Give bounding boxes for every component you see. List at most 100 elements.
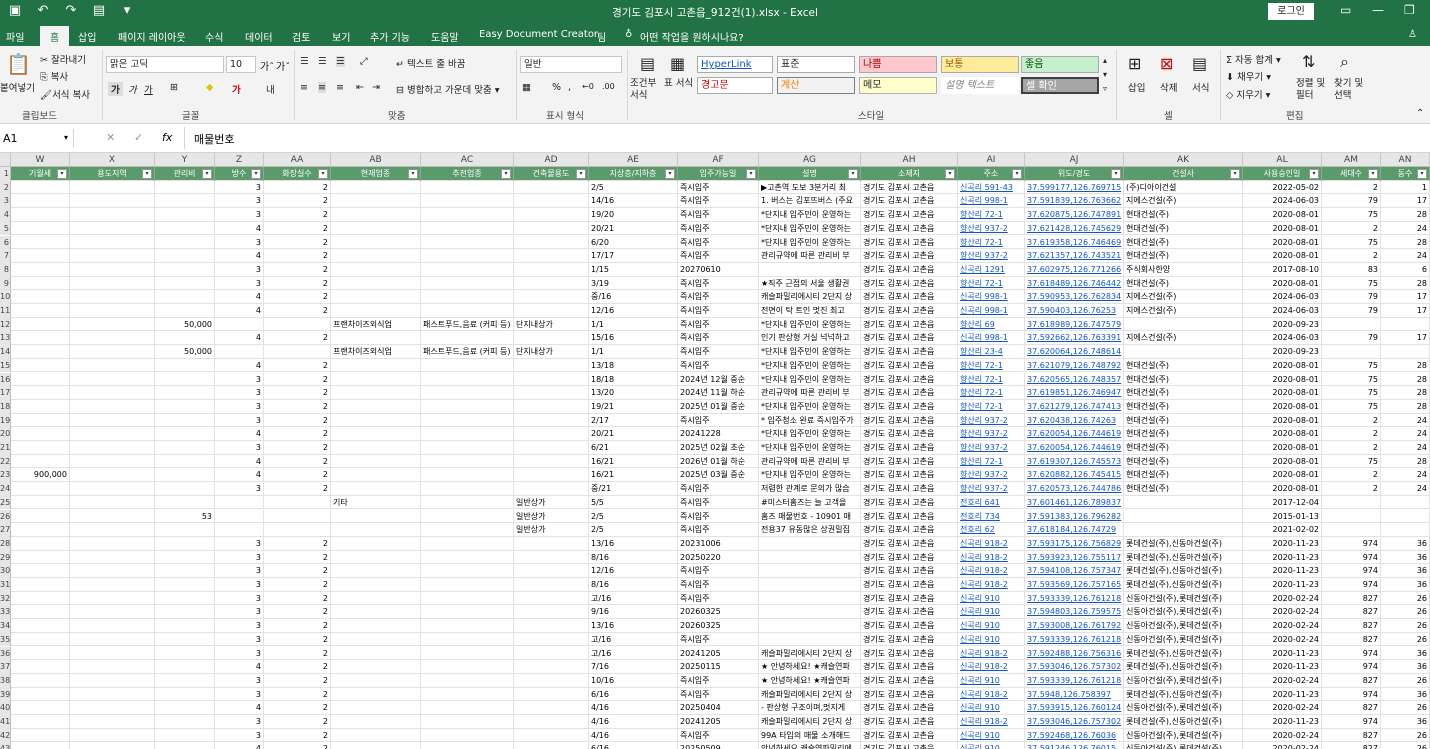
table-cell[interactable]: 20250404: [678, 701, 759, 715]
table-cell[interactable]: 24: [1381, 468, 1430, 483]
table-cell[interactable]: [421, 358, 514, 373]
table-cell[interactable]: 1/1: [589, 345, 678, 359]
table-cell[interactable]: [331, 591, 421, 606]
table-cell[interactable]: 827: [1322, 632, 1381, 647]
table-cell[interactable]: [155, 372, 215, 387]
table-cell[interactable]: [11, 358, 70, 373]
table-cell[interactable]: 현대건설(주): [1124, 208, 1243, 222]
table-cell[interactable]: [421, 413, 514, 428]
table-cell[interactable]: [514, 304, 589, 318]
table-cell[interactable]: 즉시입주: [678, 564, 759, 578]
style-hyperlink[interactable]: HyperLink: [697, 56, 773, 73]
table-cell[interactable]: [421, 687, 514, 702]
wrap-text-button[interactable]: ↵ 텍스트 줄 바꿈: [396, 56, 465, 70]
table-cell[interactable]: [11, 208, 70, 222]
table-cell[interactable]: 24: [1381, 249, 1430, 263]
table-cell[interactable]: 경기도 김포시 고촌읍: [861, 660, 958, 674]
table-cell[interactable]: 3: [215, 413, 264, 428]
table-cell[interactable]: 경기도 김포시 고촌읍: [861, 632, 958, 647]
table-cell[interactable]: [1381, 495, 1430, 510]
table-cell[interactable]: [70, 358, 155, 373]
table-cell[interactable]: 3: [215, 235, 264, 250]
table-cell[interactable]: 저렴한 관계로 문의가 많습: [759, 482, 861, 496]
table-cell[interactable]: 중/21: [589, 482, 678, 496]
table-cell[interactable]: 기타: [331, 495, 421, 510]
table-cell[interactable]: [155, 358, 215, 373]
table-cell[interactable]: [215, 317, 264, 332]
table-cell[interactable]: [11, 276, 70, 291]
table-cell[interactable]: 2: [264, 262, 331, 277]
table-cell[interactable]: 974: [1322, 687, 1381, 702]
table-cell[interactable]: [155, 619, 215, 633]
table-cell[interactable]: 2020-11-23: [1243, 536, 1322, 551]
table-cell[interactable]: [331, 399, 421, 414]
table-cell[interactable]: 75: [1322, 372, 1381, 387]
table-cell[interactable]: [70, 482, 155, 496]
table-cell[interactable]: [70, 317, 155, 332]
table-cell[interactable]: 20/21: [589, 427, 678, 441]
ribbon-display-icon[interactable]: ▭: [1340, 3, 1351, 17]
table-cell[interactable]: 4: [215, 468, 264, 483]
table-cell[interactable]: 2020-11-23: [1243, 578, 1322, 592]
table-cell[interactable]: 6/16: [589, 687, 678, 702]
table-cell[interactable]: 3: [215, 564, 264, 578]
increase-indent-icon[interactable]: ⇥: [372, 82, 380, 93]
table-cell[interactable]: [155, 304, 215, 318]
table-cell[interactable]: 향산리 72-1: [958, 276, 1025, 291]
table-cell[interactable]: [11, 523, 70, 537]
table-cell[interactable]: 2/17: [589, 413, 678, 428]
table-cell[interactable]: [11, 509, 70, 524]
table-cell[interactable]: 974: [1322, 715, 1381, 729]
table-cell[interactable]: 16/21: [589, 454, 678, 469]
table-cell[interactable]: 4: [215, 660, 264, 674]
table-cell[interactable]: 4: [215, 304, 264, 318]
table-cell[interactable]: [331, 413, 421, 428]
table-cell[interactable]: [331, 523, 421, 537]
align-bottom-icon[interactable]: ☰: [336, 56, 345, 67]
style-normal[interactable]: 표준: [777, 56, 855, 73]
align-middle-icon[interactable]: ☰: [318, 56, 327, 67]
table-cell[interactable]: [514, 290, 589, 304]
share-icon[interactable]: ♙: [1408, 29, 1417, 40]
table-cell[interactable]: 안녕하세요 캐슬연파밀리에: [759, 742, 861, 749]
table-cell[interactable]: 전호리 641: [958, 495, 1025, 510]
table-cell[interactable]: 28: [1381, 372, 1430, 387]
table-cell[interactable]: 36: [1381, 715, 1430, 729]
table-cell[interactable]: 37.593008,126.761792: [1025, 619, 1124, 633]
table-cell[interactable]: 4: [215, 427, 264, 441]
table-cell[interactable]: [514, 715, 589, 729]
table-cell[interactable]: 향산리 937-2: [958, 468, 1025, 483]
table-cell[interactable]: [11, 249, 70, 263]
table-cell[interactable]: 2: [264, 194, 331, 209]
table-cell[interactable]: 37.619358,126.746469: [1025, 235, 1124, 250]
table-cell[interactable]: [514, 564, 589, 578]
font-size-select[interactable]: 10: [226, 56, 256, 73]
table-cell[interactable]: 26: [1381, 673, 1430, 688]
column-letter-ac[interactable]: AC: [421, 153, 514, 167]
table-cell[interactable]: [11, 345, 70, 359]
table-cell[interactable]: 3: [215, 550, 264, 565]
table-cell[interactable]: 827: [1322, 673, 1381, 688]
table-cell[interactable]: 3: [215, 208, 264, 222]
table-cell[interactable]: 4/16: [589, 715, 678, 729]
delete-cells-icon[interactable]: ⊠: [1160, 54, 1173, 73]
table-cell[interactable]: 75: [1322, 399, 1381, 414]
table-cell[interactable]: 신곡리 591-43: [958, 180, 1025, 195]
table-cell[interactable]: [331, 715, 421, 729]
tab-review[interactable]: 검토: [292, 29, 310, 44]
delete-cells-button[interactable]: 삭제: [1160, 80, 1177, 94]
table-cell[interactable]: 신곡리 918-2: [958, 646, 1025, 661]
table-cell[interactable]: 현대건설(주): [1124, 413, 1243, 428]
minimize-icon[interactable]: —: [1372, 3, 1384, 17]
table-cell[interactable]: 3: [215, 386, 264, 400]
table-cell[interactable]: 4: [215, 221, 264, 236]
table-cell[interactable]: 신동아건설(주),롯데건설(주): [1124, 701, 1243, 715]
table-cell[interactable]: [155, 468, 215, 483]
table-cell[interactable]: 경기도 김포시 고촌읍: [861, 235, 958, 250]
table-cell[interactable]: [331, 276, 421, 291]
table-cell[interactable]: 프랜차이즈외식업: [331, 345, 421, 359]
table-cell[interactable]: [155, 386, 215, 400]
table-cell[interactable]: 향산리 72-1: [958, 358, 1025, 373]
table-cell[interactable]: [11, 605, 70, 620]
table-cell[interactable]: [514, 372, 589, 387]
